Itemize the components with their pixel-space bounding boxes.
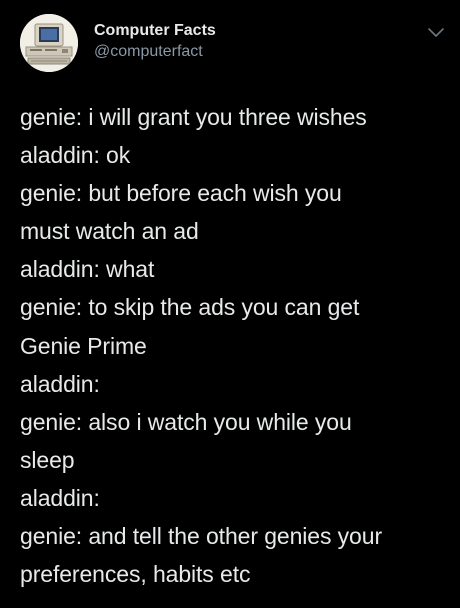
tweet-line: must watch an ad	[20, 218, 199, 245]
tweet-line: aladdin:	[20, 370, 100, 397]
author-names: Computer Facts @computerfact	[94, 21, 216, 62]
tweet-line: genie: also i watch you while you	[20, 408, 352, 435]
chevron-down-icon	[428, 28, 444, 37]
tweet-line: genie: i will grant you three wishes	[20, 104, 367, 130]
avatar[interactable]	[20, 14, 78, 72]
tweet-line: sleep	[20, 446, 75, 473]
tweet-line: genie: to skip the ads you can get	[20, 294, 360, 321]
author-display-name[interactable]: Computer Facts	[94, 21, 216, 41]
tweet-line: aladdin: what	[20, 256, 155, 283]
tweet-text: genie: i will grant you three wishes ala…	[20, 98, 445, 593]
tweet-line: genie: and tell the other genies your	[20, 523, 382, 550]
tweet-line: genie: but before each wish you	[20, 180, 342, 207]
tweet-header: Computer Facts @computerfact	[20, 14, 450, 74]
tweet-line: preferences, habits etc	[20, 561, 251, 588]
author-handle[interactable]: @computerfact	[94, 42, 216, 62]
tweet-line: aladdin: ok	[20, 142, 131, 169]
vintage-computer-icon	[20, 14, 78, 72]
tweet-line: aladdin:	[20, 484, 100, 511]
tweet-line: Genie Prime	[20, 332, 147, 359]
tweet-menu-button[interactable]	[424, 20, 448, 44]
